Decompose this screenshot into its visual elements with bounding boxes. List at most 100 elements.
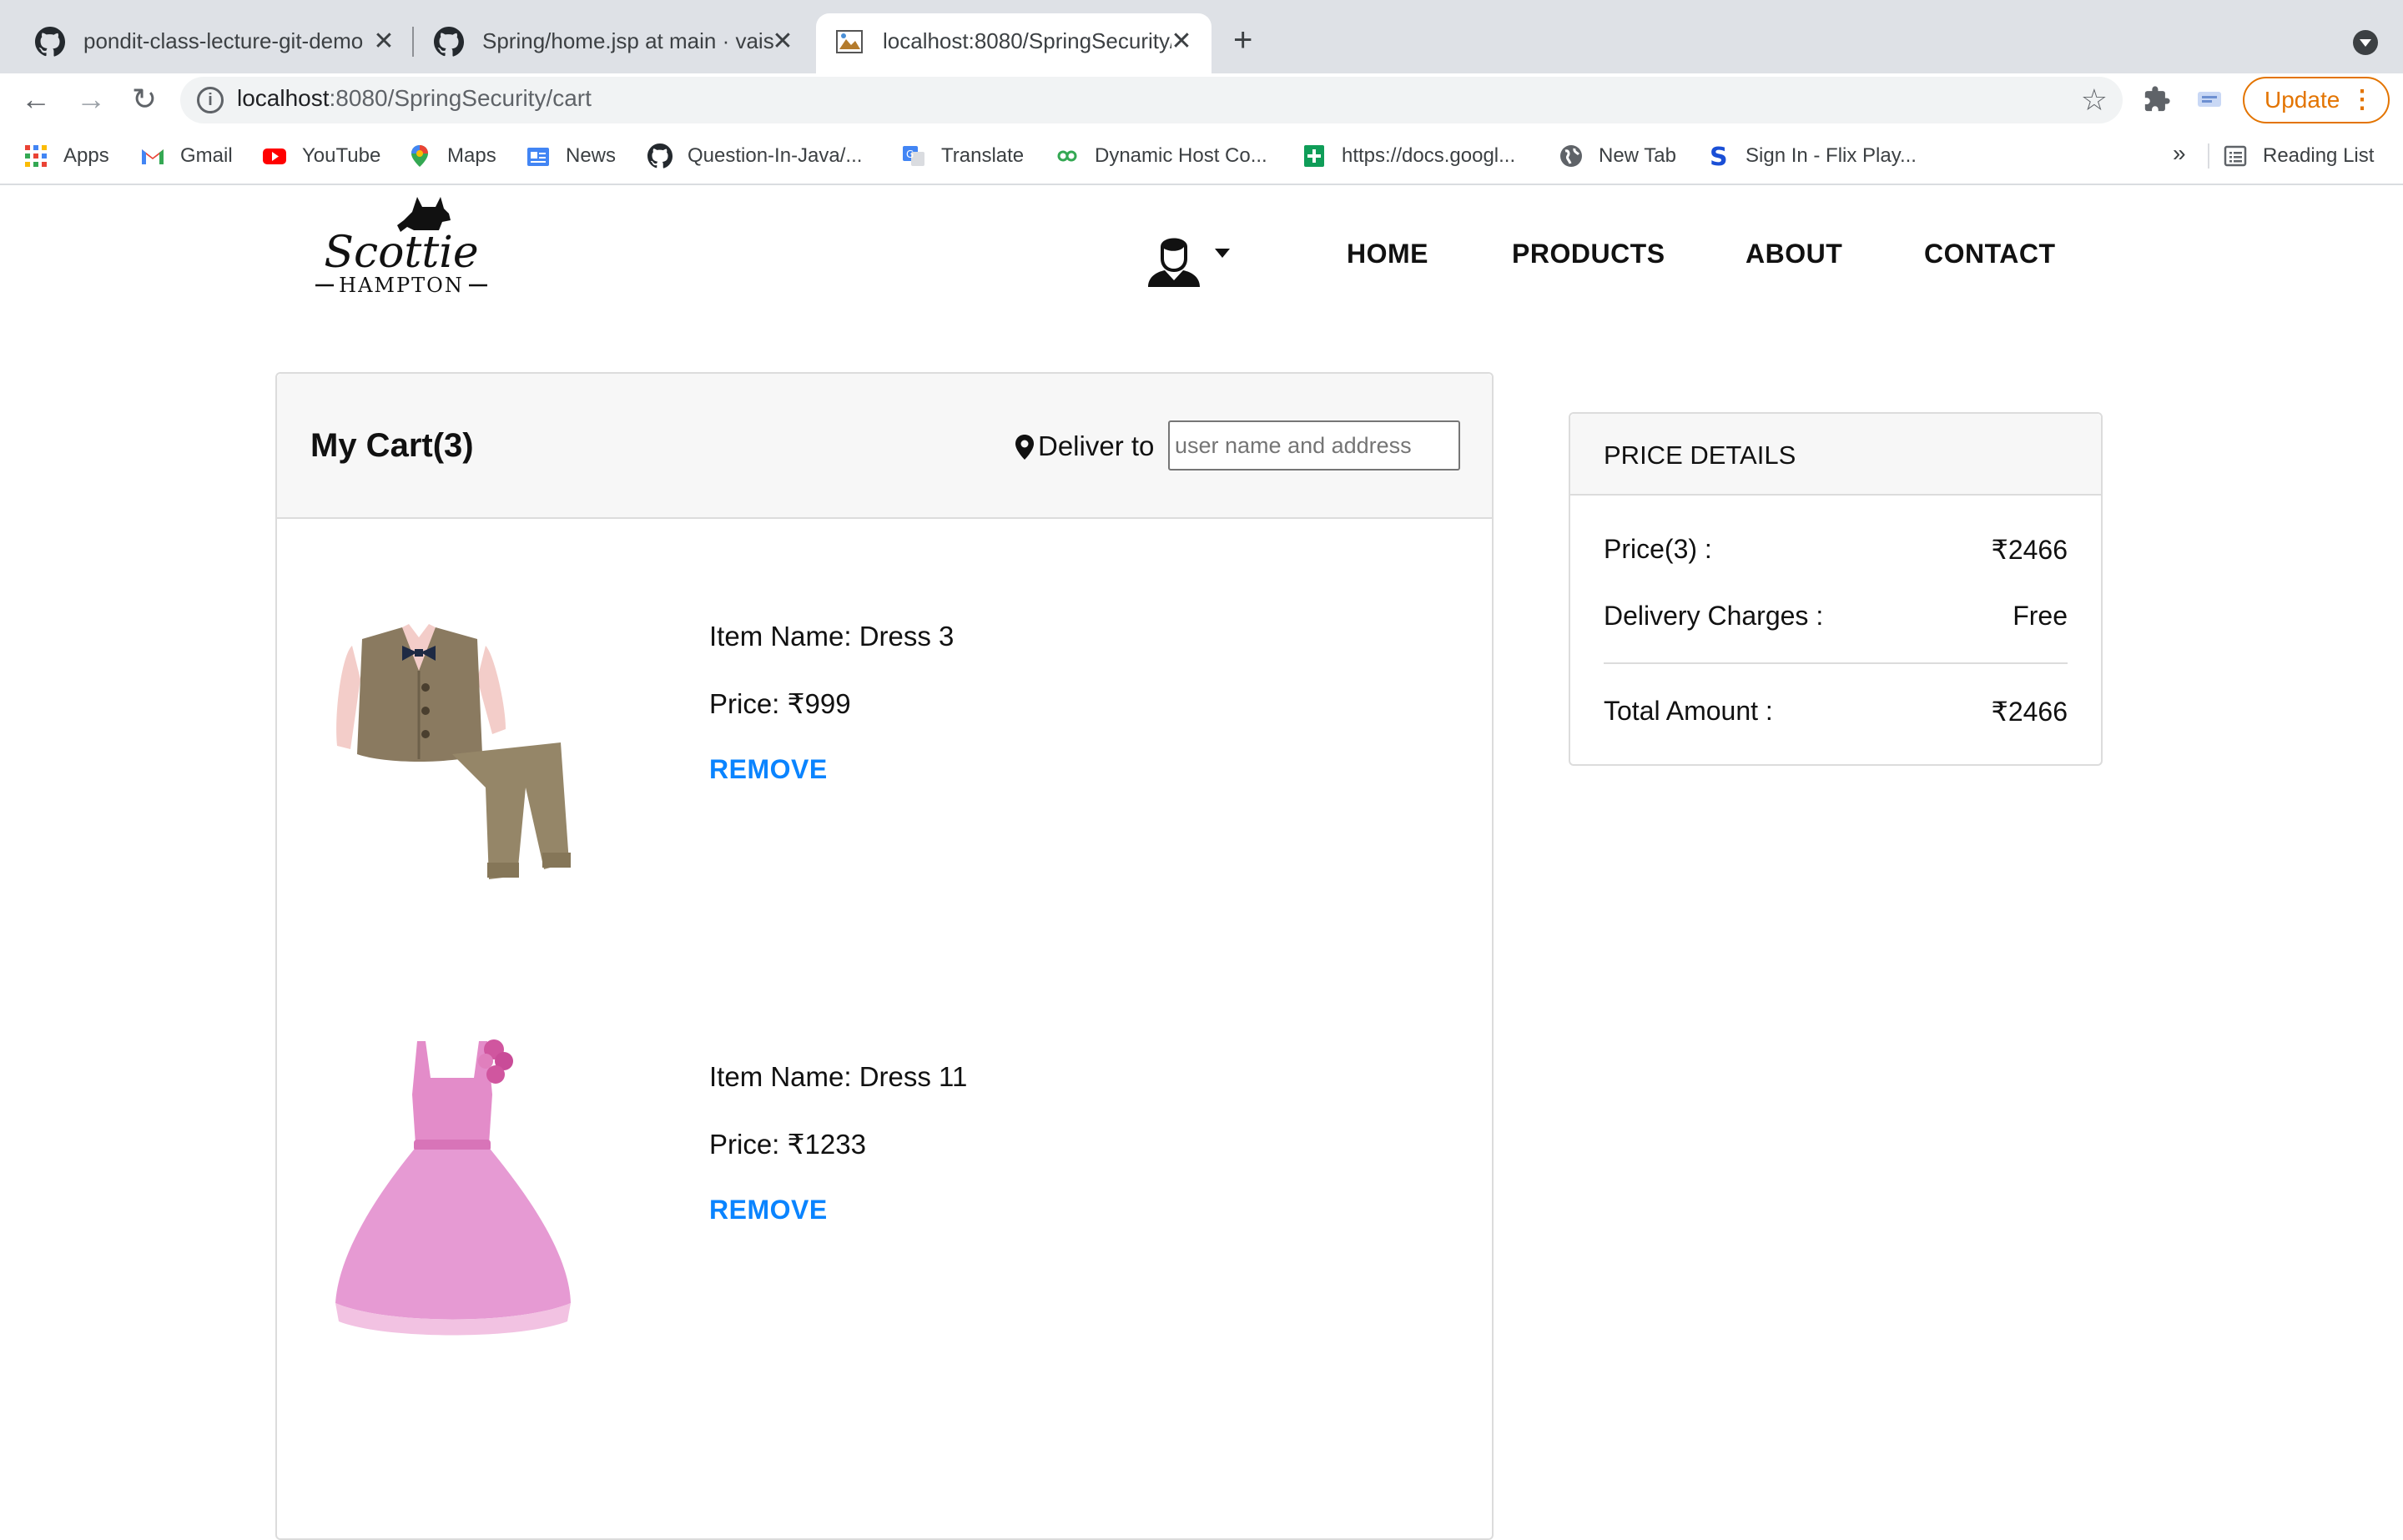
address-bar[interactable]: i localhost:8080/SpringSecurity/cart ☆ bbox=[180, 77, 2123, 123]
chevron-down-icon bbox=[1215, 249, 1230, 258]
item-name: Item Name: Dress 11 bbox=[709, 1061, 968, 1092]
sheets-icon bbox=[1304, 145, 1324, 167]
price-details-title: PRICE DETAILS bbox=[1604, 440, 1796, 470]
back-arrow-icon[interactable]: ← bbox=[17, 80, 55, 118]
maps-pin-icon bbox=[411, 145, 428, 167]
link-icon bbox=[1057, 150, 1077, 162]
item-price: Price: ₹999 bbox=[709, 688, 851, 719]
bookmark-maps[interactable]: Maps bbox=[407, 142, 496, 170]
logo-wordmark-bottom: HAMPTON bbox=[339, 274, 464, 297]
item-price: Price: ₹1233 bbox=[709, 1129, 866, 1160]
url-path: :8080/SpringSecurity/cart bbox=[329, 85, 592, 111]
reload-icon[interactable]: ↻ bbox=[125, 80, 164, 118]
youtube-icon bbox=[263, 148, 286, 164]
logo-wordmark-top: Scottie bbox=[324, 228, 478, 278]
nav-about[interactable]: ABOUT bbox=[1746, 239, 1842, 269]
delivery-address-input[interactable] bbox=[1168, 420, 1460, 471]
cart-title: My Cart(3) bbox=[310, 427, 474, 464]
tab-spring-home[interactable]: Spring/home.jsp at main · vaish ✕ bbox=[416, 13, 808, 73]
bookmarks-overflow-button[interactable]: » bbox=[2173, 140, 2186, 167]
site-info-icon[interactable]: i bbox=[197, 87, 224, 113]
nav-home[interactable]: HOME bbox=[1347, 239, 1428, 269]
bookmark-translate[interactable]: G Translate bbox=[901, 142, 1024, 170]
tab-title: pondit-class-lecture-git-demo bbox=[83, 28, 364, 53]
extensions-puzzle-icon[interactable] bbox=[2143, 85, 2171, 113]
browser-toolbar: ← → ↻ i localhost:8080/SpringSecurity/ca… bbox=[0, 73, 2403, 125]
globe-icon bbox=[1560, 145, 1582, 167]
bookmarks-bar: Apps Gmail YouTube Maps News Question-In… bbox=[0, 125, 2403, 185]
tab-title: localhost:8080/SpringSecurity/ bbox=[883, 28, 1171, 53]
scottie-hampton-logo[interactable]: Scottie HAMPTON bbox=[314, 189, 489, 297]
bookmark-dynamic-host[interactable]: Dynamic Host Co... bbox=[1055, 142, 1267, 170]
bookmark-news[interactable]: News bbox=[526, 142, 616, 170]
price-divider bbox=[1604, 662, 2068, 664]
bookmark-label: News bbox=[566, 144, 617, 167]
nav-contact[interactable]: CONTACT bbox=[1924, 239, 2056, 269]
delivery-row-label: Delivery Charges : bbox=[1604, 601, 1824, 631]
bookmark-label: Sign In - Flix Play... bbox=[1746, 144, 1917, 167]
url-text[interactable]: localhost:8080/SpringSecurity/cart bbox=[237, 85, 592, 112]
cart-item: Item Name: Dress 11 Price: ₹1233 REMOVE bbox=[277, 994, 1492, 1378]
tab-title: Spring/home.jsp at main · vaish bbox=[482, 28, 774, 53]
remove-item-button[interactable]: REMOVE bbox=[709, 1195, 828, 1225]
tab-pondit[interactable]: pondit-class-lecture-git-demo ✕ bbox=[17, 13, 409, 73]
bookmark-docs-google[interactable]: https://docs.googl... bbox=[1302, 142, 1515, 170]
url-host: localhost bbox=[237, 85, 330, 111]
tab-close-icon[interactable]: ✕ bbox=[768, 27, 798, 57]
reading-list-icon bbox=[2224, 145, 2247, 167]
product-image-dress-3[interactable] bbox=[327, 587, 577, 904]
tab-close-icon[interactable]: ✕ bbox=[369, 27, 399, 57]
svg-text:S: S bbox=[1710, 143, 1728, 169]
bookmark-youtube[interactable]: YouTube bbox=[262, 142, 380, 170]
bookmark-new-tab[interactable]: New Tab bbox=[1559, 142, 1676, 170]
cart-item: Item Name: Dress 3 Price: ₹999 REMOVE bbox=[277, 554, 1492, 938]
bookmark-label: YouTube bbox=[302, 144, 381, 167]
github-icon bbox=[35, 27, 65, 57]
bookmark-label: Maps bbox=[447, 144, 496, 167]
price-details-header: PRICE DETAILS bbox=[1570, 414, 2101, 496]
bookmark-question-in-java[interactable]: Question-In-Java/... bbox=[647, 142, 862, 170]
bookmark-label: Gmail bbox=[180, 144, 233, 167]
product-image-dress-11[interactable] bbox=[327, 1028, 577, 1345]
tab-localhost-active[interactable]: localhost:8080/SpringSecurity/ ✕ bbox=[816, 13, 1212, 73]
deliver-to-label: Deliver to bbox=[1038, 430, 1155, 461]
price-details-panel: PRICE DETAILS Price(3) : ₹2466 Delivery … bbox=[1569, 412, 2103, 766]
gmail-icon bbox=[142, 149, 164, 164]
user-account-dropdown[interactable] bbox=[1145, 229, 1237, 287]
bookmark-gmail[interactable]: Gmail bbox=[140, 142, 233, 170]
nav-products[interactable]: PRODUCTS bbox=[1512, 239, 1665, 269]
svg-text:G: G bbox=[906, 148, 914, 160]
news-icon bbox=[527, 148, 549, 166]
new-tab-plus-icon[interactable]: + bbox=[1233, 23, 1252, 57]
item-name: Item Name: Dress 3 bbox=[709, 621, 955, 652]
bookmarks-divider bbox=[2208, 143, 2209, 169]
forward-arrow-icon[interactable]: → bbox=[72, 80, 110, 118]
cart-header: My Cart(3) Deliver to bbox=[277, 374, 1492, 519]
bookmark-label: https://docs.googl... bbox=[1342, 144, 1516, 167]
tab-close-icon[interactable]: ✕ bbox=[1166, 27, 1196, 57]
scottie-dog-icon bbox=[397, 197, 451, 232]
s-logo-icon: S bbox=[1710, 143, 1728, 169]
bookmark-label: Apps bbox=[63, 144, 109, 167]
translate-icon: G bbox=[903, 146, 924, 166]
bookmark-label: Question-In-Java/... bbox=[688, 144, 863, 167]
tab-search-icon[interactable] bbox=[2353, 30, 2378, 55]
reading-list-button[interactable]: Reading List bbox=[2223, 142, 2374, 170]
tab-divider bbox=[412, 27, 414, 57]
reading-list-label: Reading List bbox=[2263, 144, 2375, 167]
bookmark-apps[interactable]: Apps bbox=[23, 142, 109, 170]
bookmark-label: Dynamic Host Co... bbox=[1095, 144, 1267, 167]
price-row-value: ₹2466 bbox=[1991, 535, 2068, 565]
browser-tab-strip: pondit-class-lecture-git-demo ✕ Spring/h… bbox=[0, 0, 2403, 73]
update-label: Update bbox=[2264, 87, 2340, 113]
extension-badge-icon[interactable] bbox=[2196, 88, 2223, 110]
bookmark-star-icon[interactable]: ☆ bbox=[2081, 83, 2108, 117]
bookmark-sign-in-flix[interactable]: S Sign In - Flix Play... bbox=[1705, 142, 1917, 170]
bookmark-label: Translate bbox=[941, 144, 1025, 167]
total-amount-label: Total Amount : bbox=[1604, 696, 1773, 726]
update-button[interactable]: Update ⋮ bbox=[2243, 77, 2390, 123]
github-icon bbox=[434, 27, 464, 57]
github-icon bbox=[647, 143, 673, 169]
remove-item-button[interactable]: REMOVE bbox=[709, 754, 828, 785]
user-avatar-icon bbox=[1148, 238, 1200, 287]
